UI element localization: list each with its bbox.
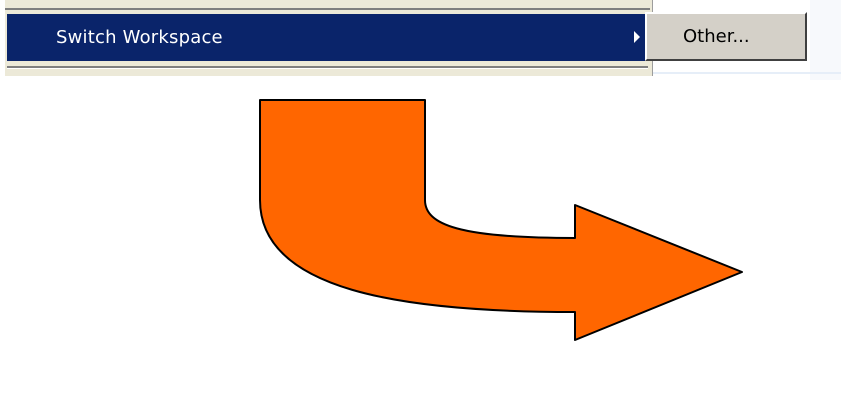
- curved-arrow-right-icon: [259, 99, 743, 341]
